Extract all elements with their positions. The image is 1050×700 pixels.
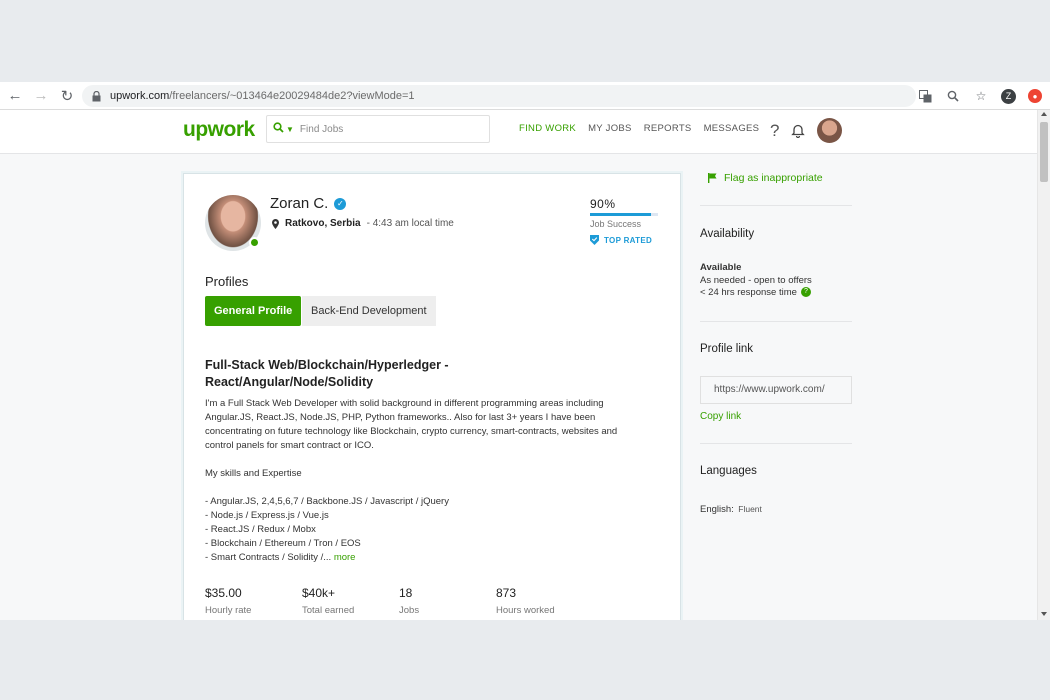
- stat-value: $40k+: [302, 586, 336, 600]
- stat-hourly-rate: $35.00 Hourly rate: [205, 586, 302, 616]
- profile-link-field[interactable]: https://www.upwork.com/: [700, 375, 852, 404]
- url-host: upwork.com: [110, 90, 170, 102]
- scroll-thumb[interactable]: [1040, 122, 1048, 182]
- response-time-row: < 24 hrs response time?: [700, 287, 852, 300]
- chevron-down-icon[interactable]: ▼: [286, 125, 294, 134]
- upwork-logo[interactable]: upwork: [183, 118, 255, 142]
- availability-status: Available: [700, 262, 742, 273]
- header-icons: ?: [770, 118, 843, 143]
- job-success-value: 90%: [590, 197, 616, 211]
- divider: [700, 205, 852, 206]
- bell-icon[interactable]: [791, 123, 806, 139]
- page-scrollbar[interactable]: [1037, 110, 1050, 620]
- language-level: Fluent: [738, 503, 762, 514]
- top-nav: FIND WORK MY JOBS REPORTS MESSAGES: [519, 123, 759, 134]
- divider: [700, 442, 852, 444]
- shield-icon: [590, 235, 599, 245]
- site-header: upwork ▼ Find Jobs FIND WORK MY JOBS REP…: [0, 110, 1037, 154]
- search-input[interactable]: ▼ Find Jobs: [266, 115, 490, 143]
- availability-heading: Availability: [700, 228, 755, 240]
- search-icon[interactable]: [273, 122, 284, 136]
- nav-reports[interactable]: REPORTS: [644, 123, 692, 134]
- browser-toolbar: ← → ↻ upwork.com/freelancers/~013464e200…: [0, 82, 1050, 110]
- freelancer-name-row: Zoran C. ✓: [270, 195, 347, 212]
- job-success-bar-fill: [590, 213, 652, 216]
- stat-total-earned: $40k+ Total earned: [302, 586, 399, 616]
- scroll-up-icon[interactable]: [1041, 112, 1047, 116]
- translate-icon[interactable]: [917, 88, 933, 104]
- local-time: - 4:43 am local time: [366, 218, 454, 229]
- nav-my-jobs[interactable]: MY JOBS: [588, 123, 632, 134]
- location-row: Ratkovo, Serbia - 4:43 am local time: [272, 218, 454, 229]
- user-avatar[interactable]: [817, 118, 843, 143]
- scroll-down-icon[interactable]: [1041, 612, 1047, 616]
- job-success-bar: [590, 213, 658, 216]
- tab-general-profile[interactable]: General Profile: [205, 296, 302, 326]
- stat-value: 873: [496, 586, 517, 600]
- overview-text: I'm a Full Stack Web Developer with soli…: [205, 398, 618, 563]
- screen: ← → ↻ upwork.com/freelancers/~013464e200…: [0, 0, 1050, 700]
- help-circle-icon[interactable]: ?: [800, 287, 811, 298]
- language-row: English: Fluent: [700, 499, 852, 517]
- verified-check-icon: ✓: [334, 197, 347, 210]
- job-success-block: 90% Job Success TOP RATED: [590, 197, 660, 245]
- profile-link-heading: Profile link: [700, 342, 754, 355]
- nav-messages[interactable]: MESSAGES: [704, 123, 760, 134]
- stat-value: 18: [399, 586, 413, 600]
- tab-back-end-development[interactable]: Back-End Development: [302, 296, 436, 326]
- top-rated-label: TOP RATED: [604, 235, 653, 245]
- availability-detail: As needed - open to offers: [700, 274, 812, 286]
- extension-icon[interactable]: ●: [1028, 89, 1042, 103]
- url-path: /freelancers/~013464e20029484de2?viewMod…: [169, 90, 415, 102]
- help-icon[interactable]: ?: [770, 121, 779, 141]
- divider: [700, 320, 852, 322]
- lock-icon: [92, 90, 102, 102]
- profile-sidebar: Flag as inappropriate Availability Avail…: [700, 172, 852, 517]
- flag-icon: [708, 173, 717, 183]
- stats-row: $35.00 Hourly rate $40k+ Total earned 18…: [205, 586, 593, 616]
- zoom-icon[interactable]: [945, 88, 961, 104]
- language-name: English:: [700, 503, 734, 515]
- browser-actions: ☆ Z ●: [917, 85, 1042, 107]
- stat-label: Hours worked: [496, 605, 555, 616]
- profile-card: Zoran C. ✓ Ratkovo, Serbia - 4:43 am loc…: [183, 173, 681, 620]
- address-bar[interactable]: upwork.com/freelancers/~013464e20029484d…: [82, 85, 916, 107]
- stat-value: $35.00: [205, 586, 242, 600]
- stat-label: Hourly rate: [205, 605, 252, 616]
- profiles-heading: Profiles: [205, 274, 249, 289]
- page-viewport: upwork ▼ Find Jobs FIND WORK MY JOBS REP…: [0, 110, 1050, 620]
- forward-icon[interactable]: →: [30, 85, 52, 107]
- stat-jobs: 18 Jobs: [399, 586, 496, 616]
- location-city: Ratkovo, Serbia: [285, 218, 361, 229]
- search-placeholder: Find Jobs: [299, 123, 344, 135]
- back-icon[interactable]: ←: [4, 85, 26, 107]
- bookmark-star-icon[interactable]: ☆: [973, 88, 989, 104]
- profile-overview: I'm a Full Stack Web Developer with soli…: [205, 397, 645, 565]
- top-rated-badge: TOP RATED: [590, 235, 660, 245]
- nav-find-work[interactable]: FIND WORK: [519, 123, 576, 134]
- response-time: < 24 hrs response time: [700, 287, 797, 298]
- stat-hours-worked: 873 Hours worked: [496, 586, 593, 616]
- stat-label: Total earned: [302, 605, 355, 616]
- flag-inappropriate-link[interactable]: Flag as inappropriate: [708, 172, 852, 184]
- copy-link-button[interactable]: Copy link: [700, 411, 852, 422]
- freelancer-name: Zoran C.: [270, 195, 329, 212]
- more-link[interactable]: more: [334, 552, 356, 563]
- browser-profile-avatar[interactable]: Z: [1001, 88, 1016, 104]
- languages-heading: Languages: [700, 464, 757, 477]
- profile-headline: Full-Stack Web/Blockchain/Hyperledger - …: [205, 358, 449, 389]
- stat-label: Jobs: [399, 605, 420, 616]
- reload-icon[interactable]: ↻: [56, 85, 78, 107]
- location-pin-icon: [272, 218, 279, 229]
- flag-label: Flag as inappropriate: [724, 172, 823, 184]
- online-status-dot: [249, 237, 260, 248]
- job-success-label: Job Success: [590, 219, 642, 229]
